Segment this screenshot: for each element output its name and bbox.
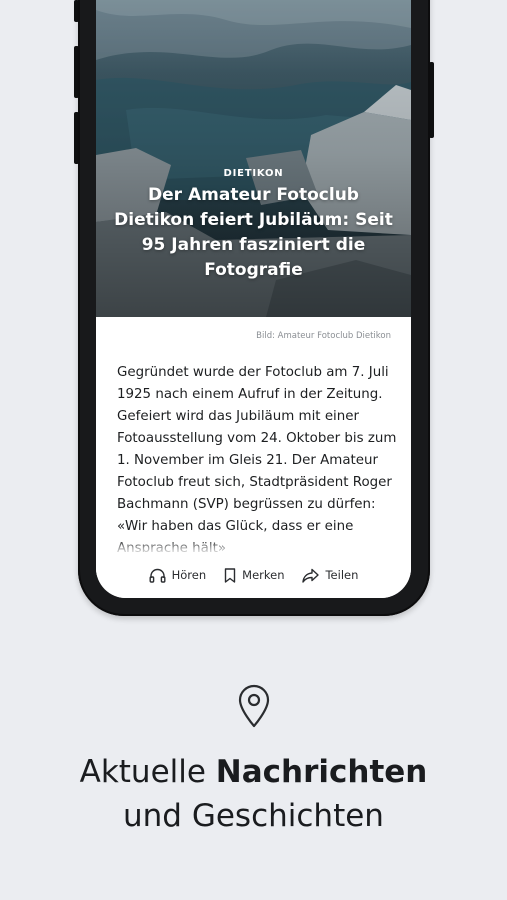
share-button[interactable]: Teilen [302, 568, 358, 583]
tagline-bold-text: Nachrichten [215, 754, 428, 790]
article-headline[interactable]: Der Amateur Fotoclub Dietikon feiert Jub… [96, 183, 411, 283]
article-hero-image: DIETIKON Der Amateur Fotoclub Dietikon f… [96, 0, 411, 317]
listen-label: Hören [171, 568, 207, 582]
article-body: Gegründet wurde der Fotoclub am 7. Juli … [117, 365, 397, 552]
share-label: Teilen [325, 568, 359, 582]
article-action-bar: Hören Merken Teilen [96, 552, 411, 598]
headphones-icon [149, 568, 166, 583]
bookmark-button[interactable]: Merken [224, 567, 285, 583]
location-pin-icon [238, 684, 270, 728]
bookmark-icon [224, 567, 236, 583]
tagline-regular-text: Aktuelle [79, 754, 216, 790]
promo-tagline: Aktuelle Nachrichten und Geschichten [0, 750, 507, 838]
promo-screen: DIETIKON Der Amateur Fotoclub Dietikon f… [0, 0, 507, 900]
phone-screen: DIETIKON Der Amateur Fotoclub Dietikon f… [96, 0, 411, 598]
tagline-line-1: Aktuelle Nachrichten [0, 750, 507, 794]
image-credit: Bild: Amateur Fotoclub Dietikon [256, 331, 391, 341]
share-icon [302, 568, 320, 583]
article-kicker: DIETIKON [223, 168, 284, 179]
article-hero-text: DIETIKON Der Amateur Fotoclub Dietikon f… [96, 168, 411, 283]
bookmark-label: Merken [242, 568, 285, 582]
tagline-line-2: und Geschichten [123, 798, 384, 834]
listen-button[interactable]: Hören [149, 568, 207, 583]
